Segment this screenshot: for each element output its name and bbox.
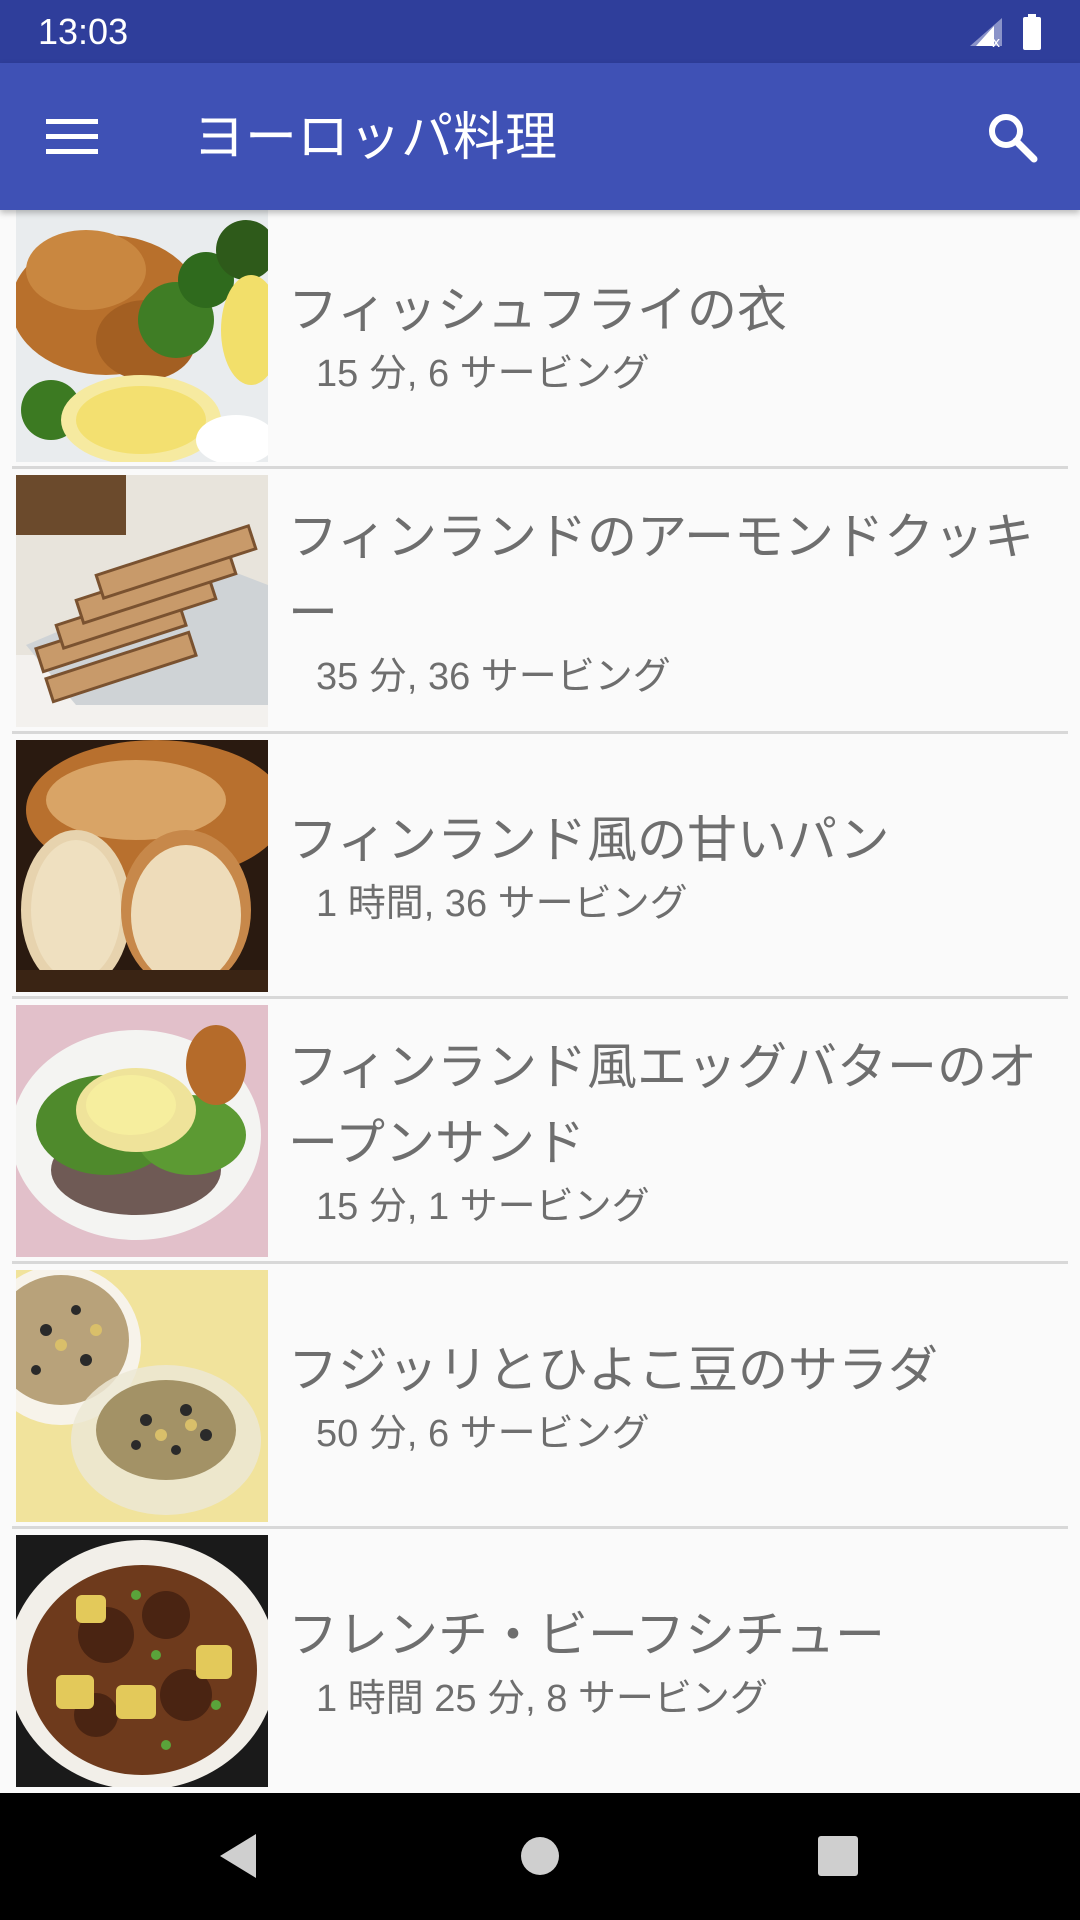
menu-button[interactable] bbox=[36, 103, 108, 175]
divider bbox=[12, 996, 1068, 999]
recipe-list-item[interactable]: フィンランド風エッグバターのオープンサンド 15 分, 1 サービング bbox=[0, 1005, 1080, 1270]
recipe-title: フジッリとひよこ豆のサラダ bbox=[288, 1341, 938, 1399]
svg-text:x: x bbox=[992, 35, 1000, 48]
recipe-text: フィンランドのアーモンドクッキー 35 分, 36 サービング bbox=[288, 475, 1040, 727]
recipe-title: フレンチ・ビーフシチュー bbox=[288, 1606, 885, 1664]
search-icon bbox=[986, 111, 1038, 167]
recipe-meta: 1 時間 25 分, 8 サービング bbox=[316, 1678, 768, 1720]
recipe-title: フィンランド風の甘いパン bbox=[288, 811, 890, 869]
recipe-text: フィンランド風エッグバターのオープンサンド 15 分, 1 サービング bbox=[288, 1005, 1040, 1257]
beef-stew-photo bbox=[16, 1535, 268, 1787]
recipe-list-item[interactable]: フィッシュフライの衣 15 分, 6 サービング bbox=[0, 210, 1080, 475]
status-icons: x bbox=[968, 14, 1042, 54]
recipe-list-item[interactable]: フジッリとひよこ豆のサラダ 50 分, 6 サービング bbox=[0, 1270, 1080, 1535]
recipe-text: フィッシュフライの衣 15 分, 6 サービング bbox=[288, 210, 1040, 462]
fish-fry-photo bbox=[16, 210, 268, 462]
divider bbox=[12, 731, 1068, 734]
app-bar: ヨーロッパ料理 bbox=[0, 63, 1080, 210]
page-title: ヨーロッパ料理 bbox=[193, 108, 558, 168]
recipe-meta: 50 分, 6 サービング bbox=[316, 1413, 650, 1455]
recipe-list-item[interactable]: フィンランド風の甘いパン 1 時間, 36 サービング bbox=[0, 740, 1080, 1005]
divider bbox=[12, 1526, 1068, 1529]
recents-icon bbox=[818, 1836, 858, 1880]
recipe-list-item[interactable]: フレンチ・ビーフシチュー 1 時間 25 分, 8 サービング bbox=[0, 1535, 1080, 1793]
home-icon bbox=[520, 1836, 560, 1880]
divider bbox=[12, 466, 1068, 469]
almond-cookie-photo bbox=[16, 475, 268, 727]
divider bbox=[12, 1261, 1068, 1264]
recipe-title: フィンランドのアーモンドクッキー bbox=[288, 508, 1034, 642]
recents-button[interactable] bbox=[803, 1823, 873, 1893]
chickpea-salad-photo bbox=[16, 1270, 268, 1522]
sweet-bread-photo bbox=[16, 740, 268, 992]
recipe-title: フィッシュフライの衣 bbox=[288, 281, 787, 339]
recipe-text: フィンランド風の甘いパン 1 時間, 36 サービング bbox=[288, 740, 1040, 992]
navigation-bar bbox=[0, 1793, 1080, 1920]
menu-icon bbox=[46, 117, 98, 161]
recipe-meta: 1 時間, 36 サービング bbox=[316, 883, 688, 925]
battery-icon bbox=[1022, 14, 1042, 54]
signal-icon: x bbox=[968, 16, 1004, 52]
recipe-meta: 35 分, 36 サービング bbox=[316, 656, 671, 698]
status-time: 13:03 bbox=[38, 11, 129, 52]
recipe-meta: 15 分, 6 サービング bbox=[316, 353, 650, 395]
back-icon bbox=[216, 1832, 260, 1884]
status-bar: 13:03 x bbox=[0, 0, 1080, 63]
recipe-meta: 15 分, 1 サービング bbox=[316, 1186, 650, 1228]
recipe-title: フィンランド風エッグバターのオープンサンド bbox=[288, 1038, 1037, 1172]
search-button[interactable] bbox=[972, 99, 1052, 179]
egg-sandwich-photo bbox=[16, 1005, 268, 1257]
recipe-list[interactable]: フィッシュフライの衣 15 分, 6 サービング フィンランドのアーモンドクッキ… bbox=[0, 210, 1080, 1793]
back-button[interactable] bbox=[203, 1823, 273, 1893]
recipe-text: フジッリとひよこ豆のサラダ 50 分, 6 サービング bbox=[288, 1270, 1040, 1522]
recipe-text: フレンチ・ビーフシチュー 1 時間 25 分, 8 サービング bbox=[288, 1535, 1040, 1787]
home-button[interactable] bbox=[505, 1823, 575, 1893]
recipe-list-item[interactable]: フィンランドのアーモンドクッキー 35 分, 36 サービング bbox=[0, 475, 1080, 740]
